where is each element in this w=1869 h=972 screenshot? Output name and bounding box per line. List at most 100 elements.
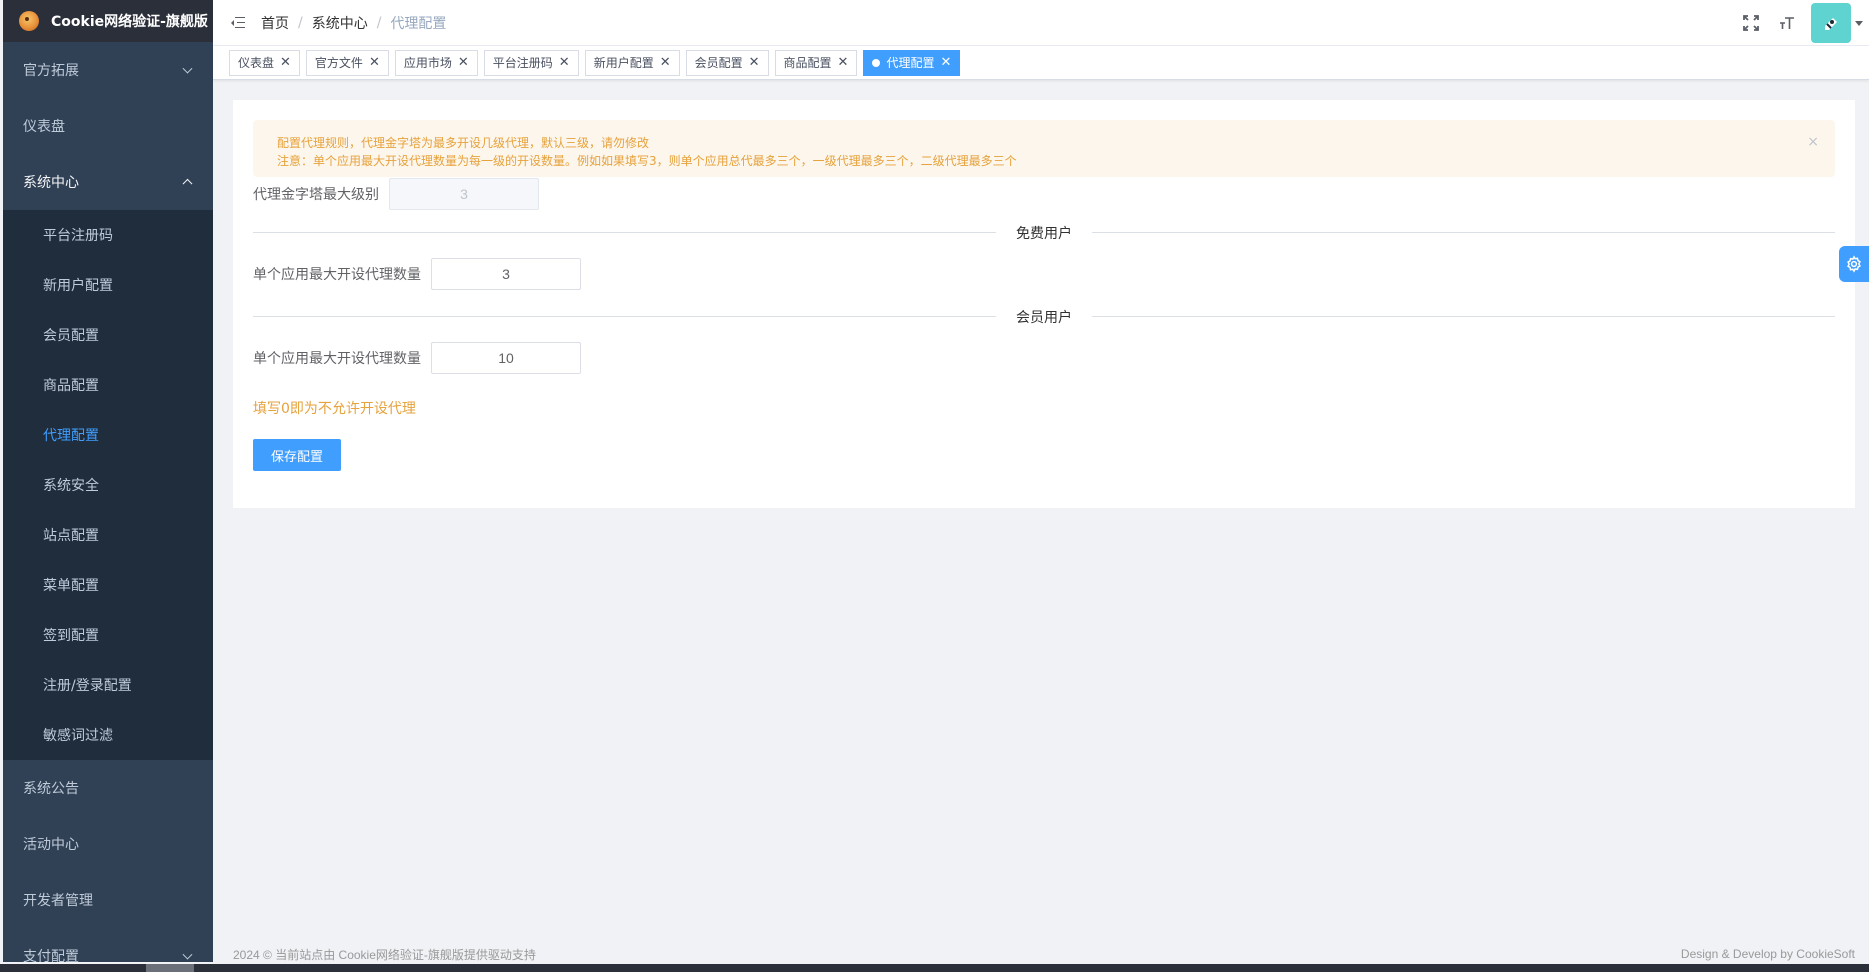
navbar-actions — [1739, 0, 1869, 46]
sidebar-subitem-platform-codes[interactable]: 平台注册码 — [3, 210, 213, 260]
member-user-divider: 会员用户 — [253, 307, 1835, 327]
breadcrumb-system-center[interactable]: 系统中心 — [312, 13, 368, 33]
sidebar-subitem-menu-config[interactable]: 菜单配置 — [3, 560, 213, 610]
tag-official-files[interactable]: 官方文件 ✕ — [305, 49, 389, 76]
sidebar-subitem-label: 敏感词过滤 — [43, 728, 113, 744]
sidebar-subitem-checkin-config[interactable]: 签到配置 — [3, 610, 213, 660]
tag-label: 商品配置 — [783, 56, 832, 70]
sidebar-subitem-register-login-config[interactable]: 注册/登录配置 — [3, 660, 213, 710]
sidebar-item-announcements[interactable]: 系统公告 — [3, 760, 213, 816]
tag-new-user-config[interactable]: 新用户配置 ✕ — [584, 49, 680, 76]
caret-down-icon[interactable] — [1855, 20, 1863, 26]
alert-line-1: 配置代理规则，代理金字塔为最多开设几级代理，默认三级，请勿修改 — [277, 136, 650, 150]
pyramid-level-input — [389, 178, 539, 210]
sidebar-subitem-label: 签到配置 — [43, 628, 99, 644]
sidebar-subitem-product-config[interactable]: 商品配置 — [3, 360, 213, 410]
tag-product-config[interactable]: 商品配置 ✕ — [774, 49, 858, 76]
sidebar-subitem-label: 站点配置 — [43, 528, 99, 544]
sidebar-item-developer-management[interactable]: 开发者管理 — [3, 872, 213, 928]
member-user-agent-input[interactable] — [431, 342, 581, 374]
sidebar-subitem-label: 代理配置 — [43, 428, 99, 444]
footer: 2024 © 当前站点由 Cookie网络验证-旗舰版提供驱动支持 Design… — [233, 944, 1855, 964]
sidebar-item-label: 仪表盘 — [23, 119, 65, 135]
sidebar-subitem-new-user-config[interactable]: 新用户配置 — [3, 260, 213, 310]
app-title: Cookie网络验证-旗舰版 — [51, 14, 208, 30]
sidebar-item-label: 支付配置 — [23, 949, 79, 962]
close-icon[interactable]: ✕ — [458, 55, 469, 70]
close-icon[interactable]: ✕ — [749, 55, 760, 70]
free-user-divider-text: 免费用户 — [996, 223, 1092, 243]
avatar[interactable] — [1811, 3, 1851, 43]
sidebar-subitem-label: 会员配置 — [43, 328, 99, 344]
tag-agent-config[interactable]: 代理配置 ✕ — [863, 49, 961, 76]
sidebar-subitem-label: 菜单配置 — [43, 578, 99, 594]
free-user-agent-label: 单个应用最大开设代理数量 — [253, 267, 421, 283]
tag-dashboard[interactable]: 仪表盘 ✕ — [229, 49, 300, 76]
sidebar-subitem-label: 商品配置 — [43, 378, 99, 394]
menu-fold-icon[interactable] — [231, 16, 245, 29]
chevron-up-icon — [182, 178, 193, 189]
tag-label: 代理配置 — [886, 56, 935, 70]
scrollbar-thumb[interactable] — [146, 964, 194, 972]
sidebar-item-label: 系统公告 — [23, 781, 79, 797]
close-icon[interactable]: ✕ — [940, 55, 951, 70]
top-navbar: 首页 / 系统中心 / 代理配置 — [213, 0, 1869, 46]
sidebar-item-system-center[interactable]: 系统中心 — [3, 154, 213, 210]
footer-credit: Design & Develop by CookieSoft — [1680, 947, 1855, 961]
sidebar-subitem-site-config[interactable]: 站点配置 — [3, 510, 213, 560]
sidebar-item-activity-center[interactable]: 活动中心 — [3, 816, 213, 872]
sidebar-subitem-sensitive-words[interactable]: 敏感词过滤 — [3, 710, 213, 760]
save-config-button[interactable]: 保存配置 — [253, 439, 341, 471]
free-user-divider: 免费用户 — [253, 223, 1835, 243]
close-icon[interactable]: ✕ — [280, 55, 291, 70]
tag-app-market[interactable]: 应用市场 ✕ — [394, 49, 478, 76]
free-user-agent-row: 单个应用最大开设代理数量 — [253, 258, 581, 290]
cookie-logo-icon — [19, 11, 39, 31]
system-center-submenu: 平台注册码 新用户配置 会员配置 商品配置 代理配置 系统安全 站点配置 菜单配… — [3, 210, 213, 760]
close-icon[interactable]: ✕ — [660, 55, 671, 70]
tag-label: 会员配置 — [694, 56, 743, 70]
horizontal-scrollbar[interactable] — [0, 964, 1869, 972]
close-icon[interactable]: ✕ — [838, 55, 849, 70]
alert-line-2: 注意：单个应用最大开设代理数量为每一级的开设数量。例如如果填写3，则单个应用总代… — [277, 154, 1017, 168]
free-user-agent-input[interactable] — [431, 258, 581, 290]
close-icon[interactable]: × — [1807, 134, 1819, 150]
chevron-down-icon — [182, 949, 193, 960]
zero-hint-text: 填写0即为不允许开设代理 — [253, 401, 416, 417]
sidebar-subitem-agent-config[interactable]: 代理配置 — [3, 410, 213, 460]
tag-label: 新用户配置 — [593, 56, 654, 70]
sidebar-subitem-system-security[interactable]: 系统安全 — [3, 460, 213, 510]
sidebar-item-label: 官方拓展 — [23, 63, 79, 79]
pyramid-level-label: 代理金字塔最大级别 — [253, 187, 379, 203]
chevron-down-icon — [182, 63, 193, 74]
sidebar-item-label: 活动中心 — [23, 837, 79, 853]
fullscreen-icon[interactable] — [1739, 11, 1763, 35]
settings-panel-button[interactable] — [1839, 246, 1869, 282]
warning-alert: 配置代理规则，代理金字塔为最多开设几级代理，默认三级，请勿修改 注意：单个应用最… — [253, 120, 1835, 177]
sidebar-item-official-extensions[interactable]: 官方拓展 — [3, 42, 213, 98]
sidebar-subitem-member-config[interactable]: 会员配置 — [3, 310, 213, 360]
sidebar-logo[interactable]: Cookie网络验证-旗舰版 — [3, 0, 213, 42]
tags-view: 仪表盘 ✕ 官方文件 ✕ 应用市场 ✕ 平台注册码 ✕ 新用户配置 ✕ 会员配置 ✕ 商品配… — [213, 46, 1869, 80]
breadcrumb: 首页 / 系统中心 / 代理配置 — [261, 13, 446, 33]
breadcrumb-separator: / — [298, 14, 303, 31]
sidebar-subitem-label: 注册/登录配置 — [43, 678, 132, 694]
sidebar: Cookie网络验证-旗舰版 官方拓展 仪表盘 系统中心 平台注册码 新用户配置… — [3, 0, 213, 962]
close-icon[interactable]: ✕ — [369, 55, 380, 70]
breadcrumb-home[interactable]: 首页 — [261, 13, 289, 33]
font-size-icon[interactable] — [1775, 11, 1799, 35]
tag-platform-codes[interactable]: 平台注册码 ✕ — [483, 49, 579, 76]
sidebar-subitem-label: 系统安全 — [43, 478, 99, 494]
member-user-agent-label: 单个应用最大开设代理数量 — [253, 351, 421, 367]
tag-member-config[interactable]: 会员配置 ✕ — [685, 49, 769, 76]
sidebar-item-label: 系统中心 — [23, 175, 79, 191]
breadcrumb-separator: / — [376, 14, 382, 31]
tag-label: 应用市场 — [403, 56, 452, 70]
breadcrumb-current: 代理配置 — [390, 15, 447, 32]
avatar-image-icon — [1825, 18, 1837, 30]
sidebar-item-payment-config[interactable]: 支付配置 — [3, 928, 213, 962]
footer-copyright: 2024 © 当前站点由 Cookie网络验证-旗舰版提供驱动支持 — [233, 947, 536, 962]
sidebar-subitem-label: 新用户配置 — [43, 278, 113, 294]
close-icon[interactable]: ✕ — [559, 55, 570, 70]
sidebar-item-dashboard[interactable]: 仪表盘 — [3, 98, 213, 154]
